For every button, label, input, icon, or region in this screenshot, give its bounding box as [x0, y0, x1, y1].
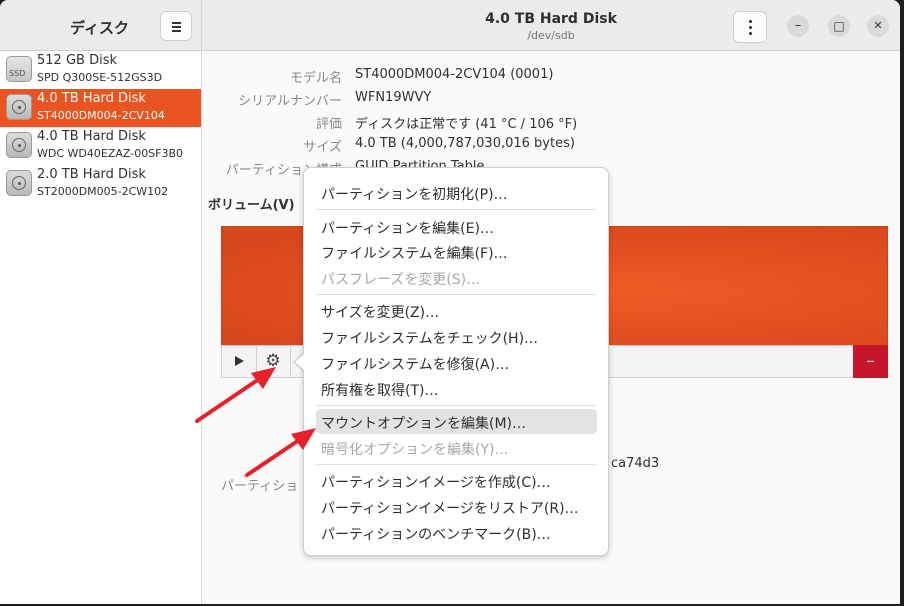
- annotation-arrow-to-gear: [195, 367, 276, 423]
- annotation-arrows: [195, 367, 316, 477]
- annotation-arrow-to-mount-options: [245, 428, 316, 477]
- app-window: ディスク SSD 512 GB Disk SPD Q300SE-512GS3D …: [0, 0, 900, 604]
